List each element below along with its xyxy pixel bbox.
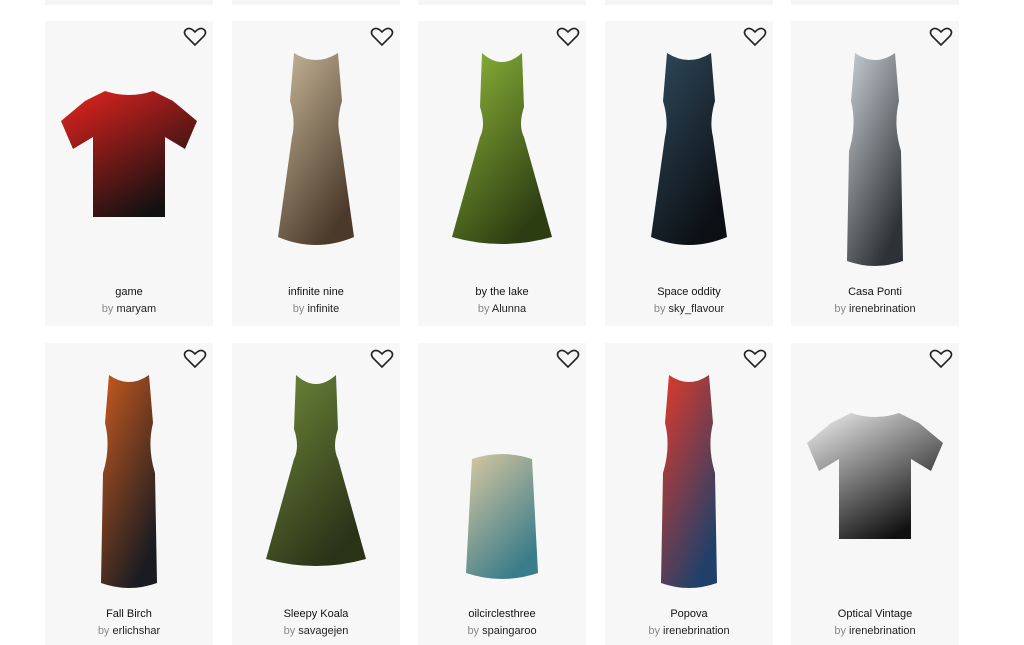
product-card[interactable]: Sleepy Koala by savagejen [232, 343, 400, 645]
product-image[interactable] [605, 41, 773, 269]
product-byline: by maryam [45, 303, 213, 315]
author-link[interactable]: erlichshar [113, 625, 161, 637]
product-title[interactable]: Casa Ponti [791, 286, 959, 298]
product-card[interactable]: Popova by irenebrination [605, 343, 773, 645]
product-byline: by savagejen [232, 625, 400, 637]
product-image[interactable] [45, 41, 213, 269]
by-label: by [97, 625, 110, 637]
product-card[interactable]: Casa Ponti by irenebrination [791, 21, 959, 326]
tshirt-silhouette [807, 413, 943, 539]
previous-row-card-edge [791, 0, 959, 5]
product-card[interactable]: infinite nine by infinite [232, 21, 400, 326]
product-image[interactable] [418, 41, 586, 269]
by-label: by [292, 303, 305, 315]
previous-row-card-edge [232, 0, 400, 5]
product-title[interactable]: game [45, 286, 213, 298]
author-link[interactable]: maryam [116, 303, 156, 315]
product-title[interactable]: Space oddity [605, 286, 773, 298]
product-byline: by irenebrination [791, 625, 959, 637]
product-title[interactable]: Popova [605, 608, 773, 620]
author-link[interactable]: spaingaroo [482, 625, 536, 637]
author-link[interactable]: savagejen [298, 625, 348, 637]
flare-dress-silhouette [452, 53, 552, 244]
sheath-dress-silhouette [661, 375, 717, 588]
sheath-dress-silhouette [847, 53, 903, 266]
previous-row-card-edge [45, 0, 213, 5]
sheath-dress-silhouette [101, 375, 157, 588]
by-label: by [834, 303, 846, 315]
by-label: by [653, 303, 666, 315]
by-label: by [101, 303, 114, 315]
product-card[interactable]: oilcirclesthree by spaingaroo [418, 343, 586, 645]
dress-silhouette [278, 53, 354, 245]
product-title[interactable]: Fall Birch [45, 608, 213, 620]
product-image[interactable] [418, 363, 586, 591]
by-label: by [467, 625, 480, 637]
product-title[interactable]: by the lake [418, 286, 586, 298]
by-label: by [834, 625, 846, 637]
previous-row-card-edge [605, 0, 773, 5]
product-image[interactable] [232, 363, 400, 591]
product-byline: by sky_flavour [605, 303, 773, 315]
by-label: by [283, 625, 296, 637]
flare-dress-silhouette [266, 375, 366, 566]
product-byline: by irenebrination [605, 625, 773, 637]
author-link[interactable]: irenebrination [849, 303, 916, 315]
author-link[interactable]: infinite [307, 303, 339, 315]
product-title[interactable]: Optical Vintage [791, 608, 959, 620]
product-image[interactable] [232, 41, 400, 269]
product-title[interactable]: infinite nine [232, 286, 400, 298]
product-image[interactable] [605, 363, 773, 591]
product-byline: by infinite [232, 303, 400, 315]
product-card[interactable]: Optical Vintage by irenebrination [791, 343, 959, 645]
product-image[interactable] [791, 41, 959, 269]
product-byline: by erlichshar [45, 625, 213, 637]
product-image[interactable] [45, 363, 213, 591]
product-title[interactable]: Sleepy Koala [232, 608, 400, 620]
product-card[interactable]: Space oddity by sky_flavour [605, 21, 773, 326]
previous-row-card-edge [418, 0, 586, 5]
author-link[interactable]: sky_flavour [669, 303, 725, 315]
product-card[interactable]: by the lake by Alunna [418, 21, 586, 326]
dress-silhouette [651, 53, 727, 245]
by-label: by [477, 303, 490, 315]
author-link[interactable]: irenebrination [849, 625, 916, 637]
tshirt-silhouette [61, 91, 197, 217]
product-byline: by irenebrination [791, 303, 959, 315]
product-card[interactable]: game by maryam [45, 21, 213, 326]
product-title[interactable]: oilcirclesthree [418, 608, 586, 620]
author-link[interactable]: irenebrination [663, 625, 730, 637]
author-link[interactable]: Alunna [492, 303, 526, 315]
product-card[interactable]: Fall Birch by erlichshar [45, 343, 213, 645]
product-byline: by spaingaroo [418, 625, 586, 637]
product-byline: by Alunna [418, 303, 586, 315]
skirt-silhouette [466, 454, 538, 579]
by-label: by [648, 625, 660, 637]
product-image[interactable] [791, 363, 959, 591]
